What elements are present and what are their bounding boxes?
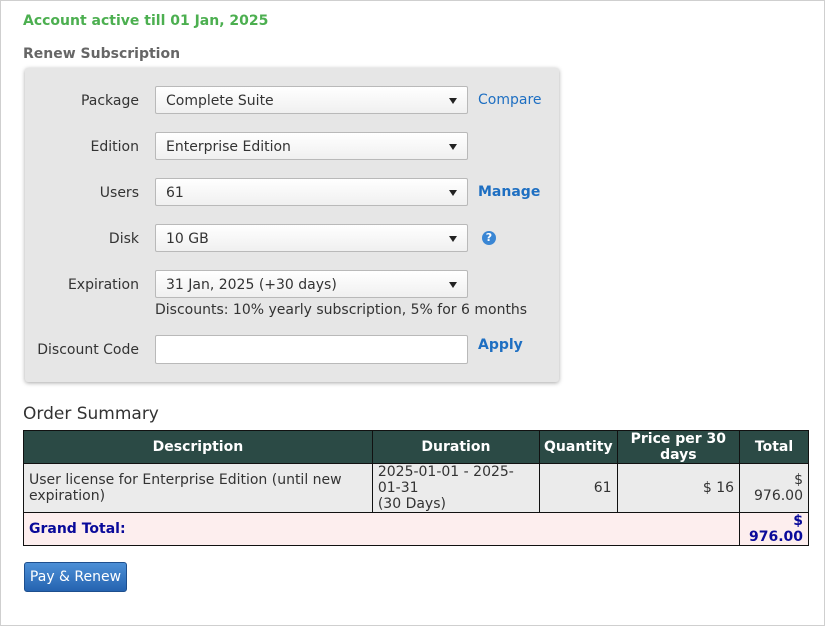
- renew-subscription-title: Renew Subscription: [23, 46, 181, 62]
- chevron-down-icon: [449, 236, 457, 242]
- manage-link[interactable]: Manage: [478, 184, 540, 200]
- grand-total-value: $ 976.00: [739, 512, 809, 546]
- renew-form-panel: Package Complete Suite Compare Edition E…: [25, 68, 559, 382]
- users-select[interactable]: 61: [155, 178, 468, 206]
- package-row: Package Complete Suite Compare: [25, 86, 559, 118]
- chevron-down-icon: [449, 282, 457, 288]
- chevron-down-icon: [449, 144, 457, 150]
- cell-duration: 2025-01-01 - 2025-01-31 (30 Days): [371, 463, 541, 513]
- edition-value: Enterprise Edition: [166, 139, 291, 155]
- expiration-select[interactable]: 31 Jan, 2025 (+30 days): [155, 270, 468, 298]
- apply-link[interactable]: Apply: [478, 337, 523, 353]
- edition-row: Edition Enterprise Edition: [25, 132, 559, 164]
- discount-code-input[interactable]: [155, 335, 468, 364]
- disk-value: 10 GB: [166, 231, 209, 247]
- pay-renew-button[interactable]: Pay & Renew: [24, 562, 127, 592]
- order-summary-table: Description Duration Quantity Price per …: [22, 430, 809, 546]
- expiration-row: Expiration 31 Jan, 2025 (+30 days): [25, 270, 559, 302]
- header-price: Price per 30 days: [616, 430, 741, 464]
- header-total: Total: [739, 430, 809, 464]
- expiration-value: 31 Jan, 2025 (+30 days): [166, 277, 337, 293]
- disk-select[interactable]: 10 GB: [155, 224, 468, 252]
- header-description: Description: [23, 430, 373, 464]
- duration-range: 2025-01-01 - 2025-01-31: [377, 464, 514, 496]
- order-summary-title: Order Summary: [23, 404, 159, 424]
- package-value: Complete Suite: [166, 93, 274, 109]
- discount-code-label: Discount Code: [37, 342, 139, 358]
- expiration-label: Expiration: [67, 277, 139, 293]
- cell-description: User license for Enterprise Edition (unt…: [23, 463, 373, 513]
- chevron-down-icon: [449, 190, 457, 196]
- account-status: Account active till 01 Jan, 2025: [23, 13, 269, 29]
- table-row: User license for Enterprise Edition (unt…: [23, 463, 809, 513]
- grand-total-row: Grand Total: $ 976.00: [22, 512, 809, 546]
- chevron-down-icon: [449, 98, 457, 104]
- edition-select[interactable]: Enterprise Edition: [155, 132, 468, 160]
- compare-link[interactable]: Compare: [478, 92, 542, 108]
- cell-price: $ 16: [616, 463, 741, 513]
- table-header-row: Description Duration Quantity Price per …: [23, 430, 809, 464]
- disk-row: Disk 10 GB ?: [25, 224, 559, 256]
- header-quantity: Quantity: [539, 430, 618, 464]
- users-value: 61: [166, 185, 184, 201]
- cell-total: $ 976.00: [739, 463, 809, 513]
- users-row: Users 61 Manage: [25, 178, 559, 210]
- edition-label: Edition: [90, 139, 139, 155]
- grand-total-label: Grand Total:: [22, 512, 741, 546]
- page-frame: Account active till 01 Jan, 2025 Renew S…: [0, 0, 825, 626]
- help-icon[interactable]: ?: [482, 231, 496, 245]
- disk-label: Disk: [108, 231, 139, 247]
- package-label: Package: [80, 93, 139, 109]
- discount-code-row: Discount Code Apply: [25, 335, 559, 367]
- users-label: Users: [99, 185, 139, 201]
- package-select[interactable]: Complete Suite: [155, 86, 468, 114]
- duration-days: (30 Days): [377, 496, 446, 512]
- cell-quantity: 61: [539, 463, 618, 513]
- discount-note: Discounts: 10% yearly subscription, 5% f…: [155, 302, 528, 318]
- header-duration: Duration: [371, 430, 541, 464]
